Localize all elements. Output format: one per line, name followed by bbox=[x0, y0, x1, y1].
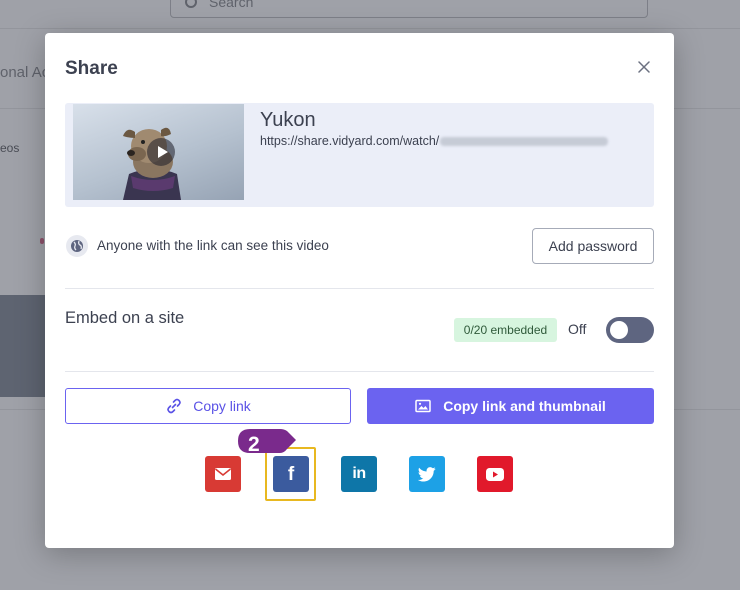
share-email-button[interactable] bbox=[205, 456, 241, 492]
video-share-url[interactable]: https://share.vidyard.com/watch/ bbox=[260, 134, 609, 148]
share-linkedin-button[interactable]: in bbox=[341, 456, 377, 492]
close-icon bbox=[638, 61, 650, 73]
video-url-text: https://share.vidyard.com/watch/ bbox=[260, 134, 440, 148]
privacy-row: Anyone with the link can see this video … bbox=[65, 228, 654, 268]
video-title: Yukon bbox=[260, 109, 316, 131]
embed-count-badge: 0/20 embedded bbox=[454, 318, 557, 342]
section-divider bbox=[65, 288, 654, 289]
modal-title: Share bbox=[65, 58, 118, 79]
copy-link-button[interactable]: Copy link bbox=[65, 388, 351, 424]
toggle-knob bbox=[610, 321, 628, 339]
video-url-obscured-id bbox=[440, 137, 609, 147]
link-icon bbox=[167, 398, 181, 414]
section-divider bbox=[65, 371, 654, 372]
facebook-icon: f bbox=[287, 463, 295, 485]
embed-label: Embed on a site bbox=[65, 309, 185, 327]
play-icon[interactable] bbox=[147, 138, 175, 166]
email-icon bbox=[215, 468, 231, 480]
close-button[interactable] bbox=[634, 57, 654, 77]
share-facebook-button[interactable]: f bbox=[273, 456, 309, 492]
video-card: Yukon https://share.vidyard.com/watch/ bbox=[65, 103, 654, 207]
share-twitter-button[interactable] bbox=[409, 456, 445, 492]
privacy-text: Anyone with the link can see this video bbox=[97, 238, 329, 253]
copy-link-and-thumbnail-button[interactable]: Copy link and thumbnail bbox=[367, 388, 654, 424]
youtube-icon bbox=[486, 467, 504, 481]
copy-link-label: Copy link bbox=[193, 398, 251, 414]
image-icon bbox=[415, 399, 431, 413]
copy-thumbnail-label: Copy link and thumbnail bbox=[443, 398, 606, 414]
embed-toggle[interactable] bbox=[606, 317, 654, 343]
video-thumbnail[interactable] bbox=[73, 104, 244, 200]
share-modal: Share Yukon https://share.vidyard.com/wa… bbox=[45, 33, 674, 548]
globe-icon bbox=[66, 235, 88, 257]
embed-toggle-label: Off bbox=[568, 321, 587, 337]
linkedin-icon: in bbox=[352, 465, 366, 482]
share-youtube-button[interactable] bbox=[477, 456, 513, 492]
twitter-icon bbox=[418, 466, 436, 482]
step-number: 2 bbox=[248, 433, 260, 456]
add-password-button[interactable]: Add password bbox=[532, 228, 654, 264]
